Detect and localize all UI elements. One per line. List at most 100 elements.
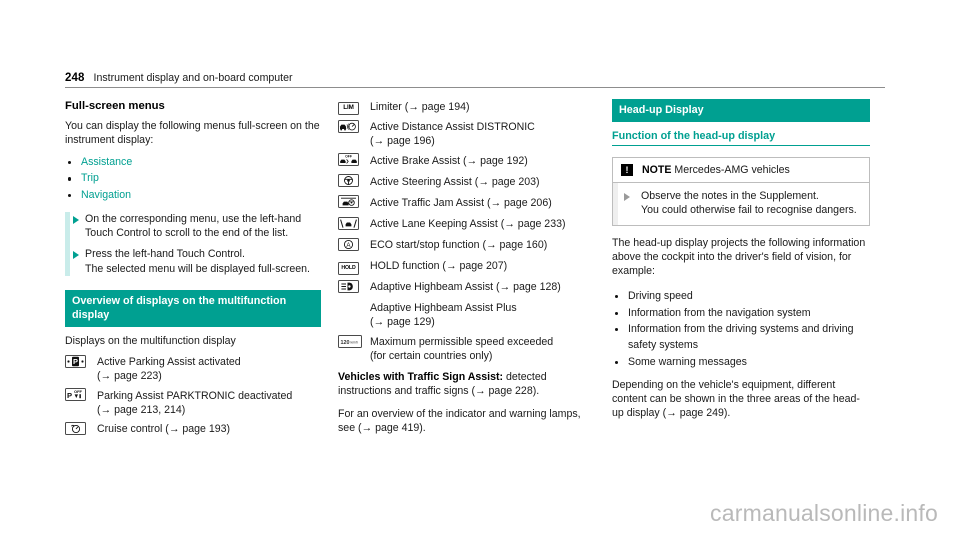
icon-cell (338, 301, 370, 318)
section-heading-full-screen-menus: Full-screen menus (65, 100, 165, 112)
svg-text:P: P (67, 391, 72, 400)
icon-list-item: Adaptive Highbeam Assist Plus (→ page 12… (338, 301, 594, 330)
icon-list-item-text: Limiter (→ page 194) (370, 100, 470, 113)
list-item: Information from the driving systems and… (612, 321, 870, 354)
hud-intro: The head-up display projects the followi… (612, 237, 866, 278)
triangle-bullet-icon (73, 250, 79, 259)
svg-text:120: 120 (341, 339, 350, 345)
triangle-bullet-icon (73, 215, 79, 224)
list-item: Assistance (65, 154, 321, 170)
multifunction-display-intro: Displays on the multifunction display (65, 334, 236, 347)
instruction-step-text: Press the left-hand Touch Control. The s… (85, 248, 310, 275)
icon-list-item: Cruise control (→ page 193) (65, 421, 321, 438)
icon-list-item-text: Adaptive Highbeam Assist Plus (→ page 12… (370, 302, 517, 329)
icon-cell: A (338, 237, 370, 254)
warning-lamps-note: For an overview of the indicator and war… (338, 408, 581, 435)
icon-cell: HOLD (338, 259, 370, 275)
icon-list-item: Active Steering Assist (→ page 203) (338, 174, 594, 190)
instruction-step-text: On the corresponding menu, use the left-… (85, 213, 302, 240)
icon-cell (338, 119, 370, 136)
parktronic-off-icon: P OFF (65, 388, 86, 402)
lane-keeping-assist-icon (338, 216, 359, 230)
adaptive-highbeam-icon (338, 279, 359, 293)
section-banner-head-up-display: Head-up Display (612, 99, 870, 123)
icon-cell (338, 279, 370, 296)
icon-list-item-text: Active Steering Assist (→ page 203) (370, 175, 540, 188)
site-watermark: carmanualsonline.info (710, 500, 938, 526)
icon-cell (338, 195, 370, 211)
instruction-step: On the corresponding menu, use the left-… (65, 212, 321, 240)
icon-list-item: A ECO start/stop function (→ page 160) (338, 237, 594, 254)
note-title-bold: NOTE (642, 164, 672, 177)
note-title: NOTE Mercedes-AMG vehicles (642, 164, 790, 176)
traffic-sign-assist-note: Vehicles with Traffic Sign Assist: detec… (338, 371, 594, 399)
page-number: 248 (65, 72, 85, 84)
note-title-rest: Mercedes-AMG vehicles (671, 164, 790, 177)
icon-list-item: 120 km/h Maximum permissible speed excee… (338, 334, 594, 364)
icon-list-item: LIM Limiter (→ page 194) (338, 99, 594, 115)
icon-list-item: Active Distance Assist DISTRONIC (→ page… (338, 119, 594, 149)
icon-cell: P OFF (65, 388, 97, 404)
icon-list-item: Active Traffic Jam Assist (→ page 206) (338, 195, 594, 211)
icon-cell: LIM (338, 99, 370, 115)
icon-cell (338, 174, 370, 190)
page-running-header: 248 Instrument display and on-board comp… (65, 72, 885, 88)
icon-list-item: P OFF Parking Assist PARKTRONIC deactiva… (65, 388, 321, 417)
list-item: Some warning messages (612, 354, 870, 370)
parking-assist-p-icon: P (65, 354, 86, 368)
full-screen-menu-list: Assistance Trip Navigation (65, 154, 321, 203)
icon-cell (338, 216, 370, 233)
note-body-text: Observe the notes in the Supplement. You… (641, 190, 857, 217)
list-item: Trip (65, 170, 321, 186)
svg-text:OFF: OFF (345, 155, 352, 159)
middle-column: LIM Limiter (→ page 194) Active Distance… (338, 99, 594, 479)
icon-list-item-text: ECO start/stop function (→ page 160) (370, 239, 548, 252)
no-icon-placeholder (338, 301, 359, 314)
svg-text:km/h: km/h (351, 340, 359, 344)
icon-list-item-text: HOLD function (→ page 207) (370, 260, 508, 273)
svg-text:OFF: OFF (74, 389, 83, 394)
icon-list-item: HOLD HOLD function (→ page 207) (338, 259, 594, 275)
icon-list-item: Adaptive Highbeam Assist (→ page 128) (338, 279, 594, 296)
cruise-control-icon (65, 421, 86, 435)
icon-list-item-text: Active Traffic Jam Assist (→ page 206) (370, 196, 552, 209)
speed-limit-exceeded-icon: 120 km/h (338, 334, 362, 348)
note-header: ! NOTE Mercedes-AMG vehicles (613, 158, 869, 184)
hold-icon-label: HOLD (341, 264, 356, 271)
list-item: Information from the navigation system (612, 305, 870, 321)
hold-function-icon: HOLD (338, 261, 359, 275)
page-columns: Full-screen menus You can display the fo… (65, 99, 885, 479)
icon-cell: P (65, 354, 97, 371)
limiter-icon: LIM (338, 101, 359, 115)
icon-list-item-text: Maximum permissible speed exceeded (for … (370, 336, 554, 363)
brake-assist-off-icon: OFF (338, 153, 359, 167)
limiter-icon-label: LIM (343, 104, 354, 111)
svg-text:P: P (73, 357, 78, 366)
left-column: Full-screen menus You can display the fo… (65, 99, 321, 479)
note-box: ! NOTE Mercedes-AMG vehicles Observe the… (612, 157, 870, 227)
header-chapter-title: Instrument display and on-board computer (93, 72, 293, 84)
list-item: Navigation (65, 187, 321, 203)
triangle-bullet-icon (624, 193, 630, 202)
icon-list-item-text: Cruise control (→ page 193) (97, 423, 231, 436)
warning-exclamation-icon: ! (621, 164, 633, 177)
traffic-sign-assist-lead: Vehicles with Traffic Sign Assist: (338, 371, 504, 384)
eco-start-stop-icon: A (338, 237, 359, 251)
hud-feature-list: Driving speed Information from the navig… (612, 288, 870, 370)
icon-list-item-text: Active Distance Assist DISTRONIC (→ page… (370, 121, 535, 148)
section-banner-overview-displays: Overview of displays on the multifunctio… (65, 289, 321, 327)
icon-list-item: OFF Active Brake Assist (→ page 192) (338, 153, 594, 169)
instruction-step: Press the left-hand Touch Control. The s… (65, 247, 321, 275)
icon-cell (65, 421, 97, 438)
icon-list-item-text: Active Parking Assist activated (→ page … (97, 356, 241, 383)
icon-list-item-text: Active Lane Keeping Assist (→ page 233) (370, 218, 566, 231)
icon-list-item-text: Adaptive Highbeam Assist (→ page 128) (370, 281, 561, 294)
hud-outro: Depending on the vehicle's equipment, di… (612, 379, 860, 420)
traffic-jam-assist-icon (338, 195, 359, 209)
icon-cell: OFF (338, 153, 370, 169)
icon-list-item: Active Lane Keeping Assist (→ page 233) (338, 216, 594, 233)
list-item: Driving speed (612, 288, 870, 304)
instruction-steps: On the corresponding menu, use the left-… (65, 212, 321, 276)
icon-list-item-text: Parking Assist PARKTRONIC deactivated (→… (97, 389, 293, 416)
icon-list-item: P Active Parking Assist activated (→ pag… (65, 354, 321, 384)
